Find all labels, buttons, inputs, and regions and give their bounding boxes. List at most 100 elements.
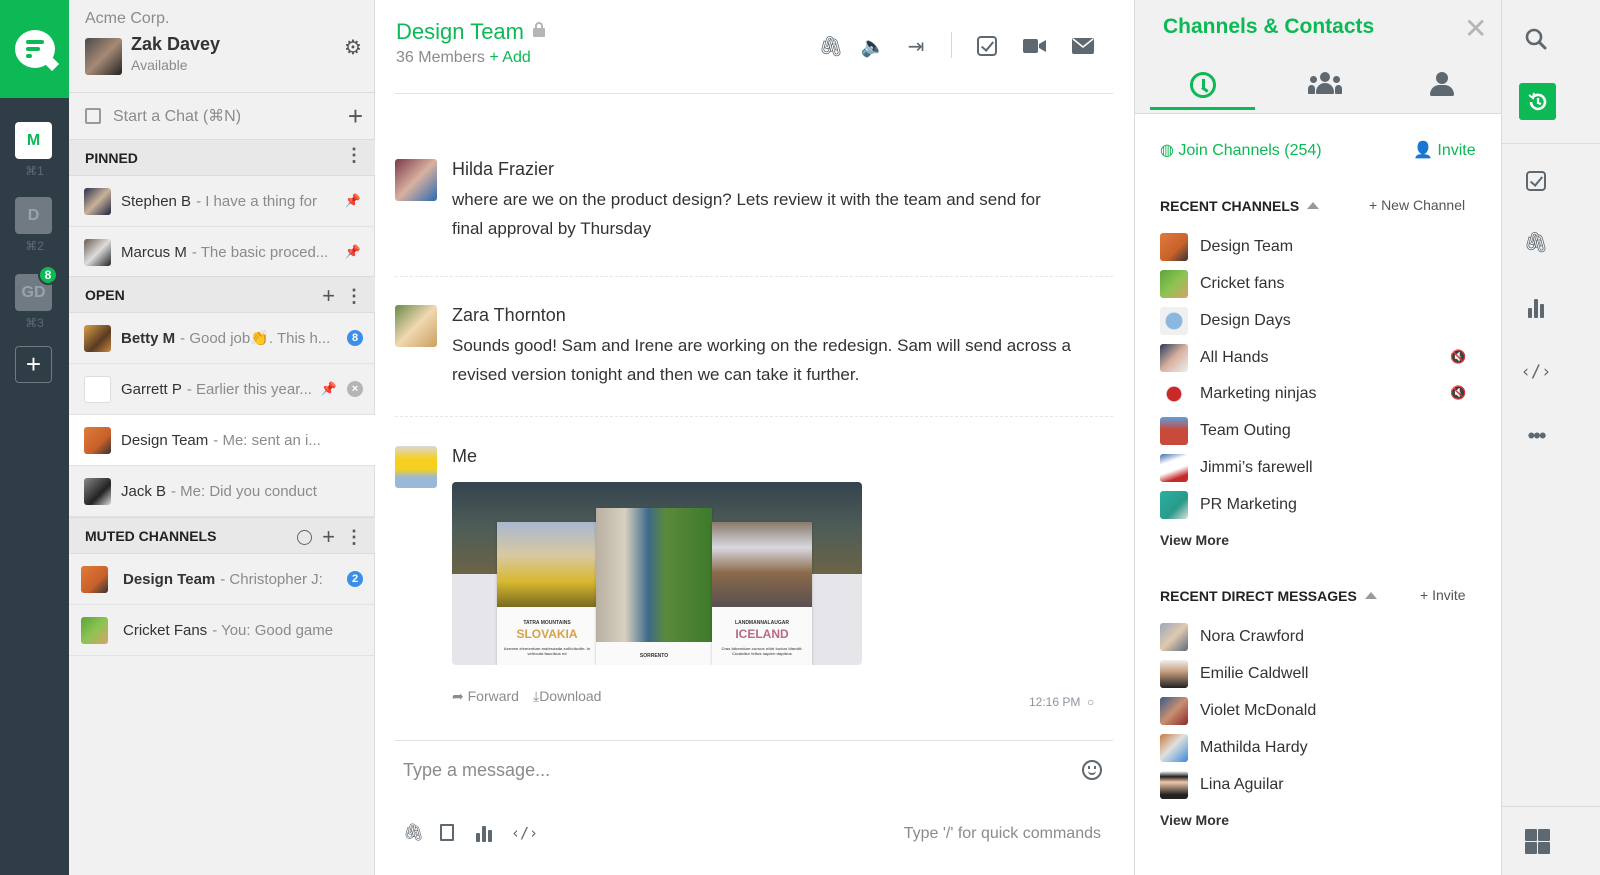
recent-dms-header[interactable]: RECENT DIRECT MESSAGES [1160, 588, 1377, 604]
message-author[interactable]: Zara Thornton [452, 305, 566, 326]
start-chat-label: Start a Chat (⌘N) [113, 108, 242, 125]
close-icon[interactable]: × [347, 381, 363, 397]
view-more-channels-link[interactable]: View More [1160, 532, 1229, 548]
channel-item[interactable]: Team Outing [1160, 417, 1291, 445]
document-icon[interactable] [440, 824, 454, 841]
channel-item[interactable]: Design Team [1160, 233, 1293, 261]
invite-button[interactable]: + Invite [1420, 587, 1466, 603]
gear-icon[interactable]: ⚙ [344, 35, 362, 60]
chat-item[interactable]: Betty M - Good job👏. This h... 8 [69, 313, 375, 364]
code-icon[interactable]: ‹/› [511, 824, 538, 842]
channel-item[interactable]: Design Days [1160, 307, 1291, 335]
plus-icon[interactable]: + [322, 524, 335, 550]
chat-name: Marcus M [121, 243, 187, 261]
workspace-d[interactable]: D [15, 197, 52, 234]
new-channel-button[interactable]: + New Channel [1369, 197, 1465, 213]
panel-title: Channels & Contacts [1163, 15, 1375, 38]
pin-icon[interactable]: 📌 [345, 193, 361, 209]
video-icon[interactable] [1022, 33, 1048, 59]
avatar[interactable] [395, 446, 437, 488]
avatar[interactable] [395, 305, 437, 347]
avatar[interactable] [395, 159, 437, 201]
user-status[interactable]: Available [131, 57, 188, 73]
chat-item[interactable]: Cricket Fans - You: Good game [69, 605, 375, 656]
more-vertical-icon[interactable]: ⋮ [345, 528, 363, 546]
chat-item[interactable]: Stephen B - I have a thing for 📌 [69, 176, 375, 227]
chat-name: Cricket Fans [123, 621, 208, 639]
search-icon[interactable] [1523, 26, 1549, 52]
dm-item[interactable]: Violet McDonald [1160, 697, 1316, 725]
avatar [1160, 734, 1188, 762]
add-member-link[interactable]: + Add [489, 49, 530, 66]
image-attachment[interactable]: TATRA MOUNTAINS SLOVAKIA Aenean elementu… [452, 482, 862, 665]
join-channels-link[interactable]: ◍ Join Channels (254) [1160, 140, 1322, 160]
user-avatar[interactable] [85, 38, 122, 75]
apps-grid-icon[interactable] [1525, 829, 1550, 854]
plus-icon[interactable]: + [322, 283, 335, 309]
message-author[interactable]: Me [452, 446, 477, 467]
chat-item[interactable]: Jack B - Me: Did you conduct [69, 466, 375, 517]
dm-item[interactable]: Nora Crawford [1160, 623, 1304, 651]
tab-contacts[interactable] [1389, 72, 1494, 110]
download-button[interactable]: ⤓Download [533, 688, 601, 705]
attachment-icon[interactable]: 🖇 [818, 33, 844, 59]
chat-item[interactable]: Design Team - Christopher J: 2 [69, 554, 375, 605]
app-logo[interactable] [0, 0, 69, 98]
dm-item[interactable]: Emilie Caldwell [1160, 660, 1308, 688]
speaker-icon[interactable]: 🔈 [860, 33, 886, 59]
add-workspace-button[interactable]: + [15, 346, 52, 383]
emoji-icon[interactable] [1082, 760, 1102, 780]
task-icon[interactable] [1523, 168, 1549, 194]
channel-item[interactable]: Marketing ninjas [1160, 380, 1317, 408]
chat-item-active[interactable]: Design Team - Me: sent an i... [69, 415, 375, 466]
section-title: MUTED CHANNELS [85, 527, 217, 544]
compose-icon [85, 108, 101, 124]
more-vertical-icon[interactable]: ⋮ [345, 287, 363, 305]
globe-icon[interactable] [297, 529, 313, 545]
attachment-icon[interactable]: 🖇 [403, 823, 425, 843]
chat-name: Jack B [121, 482, 167, 500]
workspace-m[interactable]: M [15, 122, 52, 159]
quick-commands-hint: Type '/' for quick commands [903, 825, 1101, 842]
member-count: 36 Members [396, 49, 485, 66]
view-more-dms-link[interactable]: View More [1160, 812, 1229, 828]
pin-icon[interactable]: 📌 [321, 381, 337, 397]
chat-item[interactable]: Marcus M - The basic proced... 📌 [69, 227, 375, 278]
channel-title[interactable]: Design Team [396, 19, 524, 45]
avatar [1160, 307, 1188, 335]
chat-item[interactable]: Garrett P - Earlier this year... 📌 × [69, 364, 375, 415]
more-vertical-icon[interactable]: ⋮ [345, 146, 363, 164]
leave-icon[interactable]: ⇥ [903, 33, 929, 59]
pin-icon[interactable]: 📌 [345, 244, 361, 260]
invite-link[interactable]: 👤 Invite [1413, 140, 1476, 160]
tab-recent[interactable] [1150, 72, 1255, 110]
plus-icon[interactable]: + [348, 101, 363, 132]
channel-item[interactable]: Cricket fans [1160, 270, 1284, 298]
forward-button[interactable]: ➦ Forward [452, 688, 519, 705]
task-icon[interactable] [974, 33, 1000, 59]
start-chat-button[interactable]: Start a Chat (⌘N) + [69, 92, 375, 139]
channel-item[interactable]: Jimmi’s farewell [1160, 454, 1313, 482]
channel-item[interactable]: PR Marketing [1160, 491, 1297, 519]
code-icon[interactable]: ‹/› [1521, 359, 1552, 385]
tab-channels[interactable] [1272, 72, 1377, 110]
poll-icon[interactable] [476, 824, 492, 842]
more-icon[interactable]: ••• [1523, 423, 1549, 449]
mail-icon[interactable] [1070, 33, 1096, 59]
forward-icon: ➦ [452, 688, 468, 704]
attachment-icon[interactable]: 🖇 [1523, 229, 1549, 255]
recent-channels-header[interactable]: RECENT CHANNELS [1160, 198, 1320, 214]
poll-icon[interactable] [1523, 295, 1549, 321]
close-icon[interactable]: ✕ [1464, 12, 1487, 45]
message-author[interactable]: Hilda Frazier [452, 159, 554, 180]
history-icon[interactable] [1519, 83, 1556, 120]
dm-item[interactable]: Mathilda Hardy [1160, 734, 1308, 762]
channel-members[interactable]: 36 Members + Add [396, 49, 531, 67]
attachment-card: SORRENTO [596, 508, 712, 665]
avatar [84, 426, 111, 454]
channel-item[interactable]: All Hands [1160, 344, 1268, 372]
user-name: Zak Davey [131, 34, 221, 54]
dm-item[interactable]: Lina Aguilar [1160, 771, 1284, 799]
message-input[interactable] [403, 756, 1083, 784]
person-icon [1429, 72, 1454, 96]
